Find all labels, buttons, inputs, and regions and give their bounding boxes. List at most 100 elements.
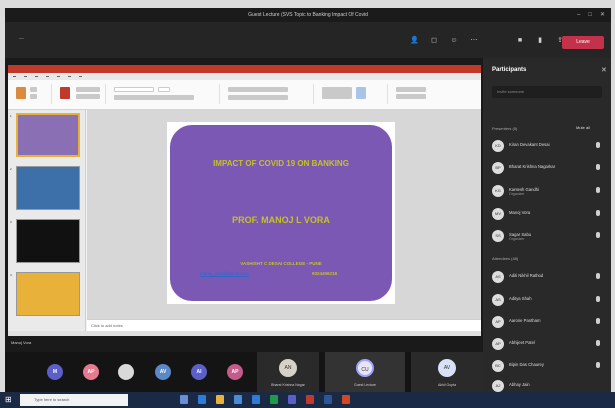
slide-number: 3: [10, 220, 12, 224]
participant-avatar[interactable]: AV: [155, 364, 171, 380]
mail-icon[interactable]: [252, 395, 260, 404]
reactions-icon[interactable]: ☺: [450, 37, 458, 45]
paste-icon[interactable]: [16, 87, 26, 99]
camera-icon[interactable]: ■: [516, 37, 524, 45]
invite-search-input[interactable]: Invite someone: [492, 86, 602, 98]
find-icon[interactable]: [396, 87, 426, 92]
task-view-icon[interactable]: [180, 395, 188, 404]
tile-name: Akhil Gupta: [437, 383, 457, 387]
edge-icon[interactable]: [198, 395, 206, 404]
mute-all-button[interactable]: Mute all: [576, 125, 590, 130]
ppt-tab[interactable]: ▬: [79, 73, 82, 80]
arrange-icon[interactable]: [356, 87, 366, 99]
app-icon[interactable]: [342, 395, 350, 404]
participants-title: Participants: [492, 67, 527, 73]
close-icon[interactable]: ✕: [601, 66, 607, 74]
mic-icon[interactable]: [596, 142, 600, 148]
avatar-initials: AI: [196, 369, 202, 375]
excel-icon[interactable]: [270, 395, 278, 404]
participant-avatar[interactable]: AP: [83, 364, 99, 380]
mic-icon[interactable]: [596, 232, 600, 238]
ppt-tab[interactable]: ▬: [68, 73, 71, 80]
window-controls: – □ ✕: [577, 11, 605, 19]
mic-icon[interactable]: [596, 340, 600, 346]
participant-row[interactable]: AS Aditya Shah: [492, 294, 604, 308]
maximize-icon[interactable]: □: [588, 11, 592, 19]
participant-tile[interactable]: AN Bharat Krishna Nagar: [257, 352, 319, 392]
ribbon-group-drawing: [318, 84, 388, 104]
slide-email-link[interactable]: manoj_vora@gmail.com: [200, 271, 249, 276]
powerpoint-window: ▬ ▬ ▬ ▬ ▬ ▬ ▬ 1 2 3 4 IMPACT OF COVID 19…: [8, 65, 481, 331]
people-icon[interactable]: 👤: [410, 37, 419, 45]
participant-row[interactable]: AP Abhijeet Patel: [492, 338, 604, 352]
file-explorer-icon[interactable]: [216, 395, 224, 404]
align-icons[interactable]: [228, 95, 288, 100]
participant-row[interactable]: BC Bipin Das Chaurey: [492, 360, 604, 374]
mic-icon[interactable]: [596, 187, 600, 193]
mic-icon[interactable]: [596, 296, 600, 302]
ppt-ribbon-tabs: ▬ ▬ ▬ ▬ ▬ ▬ ▬: [8, 73, 481, 80]
participant-name: Kiran Devakant Desai: [509, 142, 550, 147]
list-icons[interactable]: [228, 87, 288, 92]
slide-number: 2: [10, 167, 12, 171]
meeting-timer: —: [19, 36, 24, 42]
windows-start-icon[interactable]: ⊞: [5, 395, 14, 404]
participant-avatar[interactable]: AI: [191, 364, 207, 380]
participant-avatar[interactable]: AP: [227, 364, 243, 380]
participant-row[interactable]: KG Kantesh Gandhi Organizer: [492, 185, 604, 199]
participant-row[interactable]: AS Aditi Nikhil Rathod: [492, 271, 604, 285]
ribbon-group-slides: [56, 84, 106, 104]
mic-icon[interactable]: [596, 164, 600, 170]
taskbar-search-input[interactable]: Type here to search: [20, 394, 128, 406]
powerpoint-icon[interactable]: [306, 395, 314, 404]
word-icon[interactable]: [324, 395, 332, 404]
slide-notes[interactable]: Click to add notes: [87, 319, 481, 331]
participant-row[interactable]: AP Aarone Pantham: [492, 316, 604, 330]
participant-name: Aditya Shah: [509, 296, 532, 301]
slide-thumbnail-3[interactable]: [16, 219, 80, 263]
more-icon[interactable]: ⋯: [470, 37, 478, 45]
ppt-statusbar: [8, 331, 481, 336]
ppt-tab[interactable]: ▬: [35, 73, 38, 80]
cut-icon[interactable]: [30, 87, 37, 92]
presenters-header[interactable]: Presenters (5): [492, 126, 517, 131]
participant-row[interactable]: KD Kiran Devakant Desai: [492, 140, 604, 154]
copy-icon[interactable]: [30, 94, 37, 99]
ppt-tab[interactable]: ▬: [24, 73, 27, 80]
store-icon[interactable]: [234, 395, 242, 404]
teams-icon[interactable]: [288, 395, 296, 404]
ppt-tab[interactable]: ▬: [13, 73, 16, 80]
font-name-field[interactable]: [114, 87, 154, 92]
font-format-icons[interactable]: [114, 95, 194, 100]
avatar-initials: AN: [284, 365, 292, 371]
participant-tile[interactable]: AV Akhil Gupta: [411, 352, 483, 392]
participant-row[interactable]: SS Sagar Sabu Organizer: [492, 230, 604, 244]
ppt-tab[interactable]: ▬: [46, 73, 49, 80]
slide-thumbnail-4[interactable]: [16, 272, 80, 316]
layout-icon[interactable]: [76, 87, 100, 92]
chat-icon[interactable]: ◻: [430, 37, 438, 45]
slide-thumbnail-2[interactable]: [16, 166, 80, 210]
mic-icon[interactable]: [596, 362, 600, 368]
mic-icon[interactable]: [596, 210, 600, 216]
minimize-icon[interactable]: –: [577, 11, 580, 19]
participant-avatar[interactable]: [118, 364, 134, 380]
current-slide[interactable]: IMPACT OF COVID 19 ON BANKING PROF. MANO…: [167, 122, 395, 304]
participant-row[interactable]: MV Manoj Vora: [492, 208, 604, 222]
shapes-icon[interactable]: [322, 87, 352, 99]
close-window-icon[interactable]: ✕: [600, 11, 605, 19]
ppt-tab[interactable]: ▬: [57, 73, 60, 80]
mic-icon[interactable]: [596, 318, 600, 324]
attendees-header[interactable]: Attendees (48): [492, 256, 518, 261]
reset-icon[interactable]: [76, 94, 100, 99]
mic-icon[interactable]: [596, 273, 600, 279]
slide-thumbnail-1[interactable]: [16, 113, 80, 157]
replace-icon[interactable]: [396, 94, 426, 99]
participant-row[interactable]: BP Bharat Krishna Nagarkar: [492, 162, 604, 176]
participant-tile-active[interactable]: CU Guest Lecture: [325, 352, 405, 392]
new-slide-icon[interactable]: [60, 87, 70, 99]
leave-button[interactable]: Leave: [562, 36, 604, 49]
font-size-field[interactable]: [158, 87, 170, 92]
mic-icon[interactable]: ▮: [536, 37, 544, 45]
participant-avatar[interactable]: M: [47, 364, 63, 380]
